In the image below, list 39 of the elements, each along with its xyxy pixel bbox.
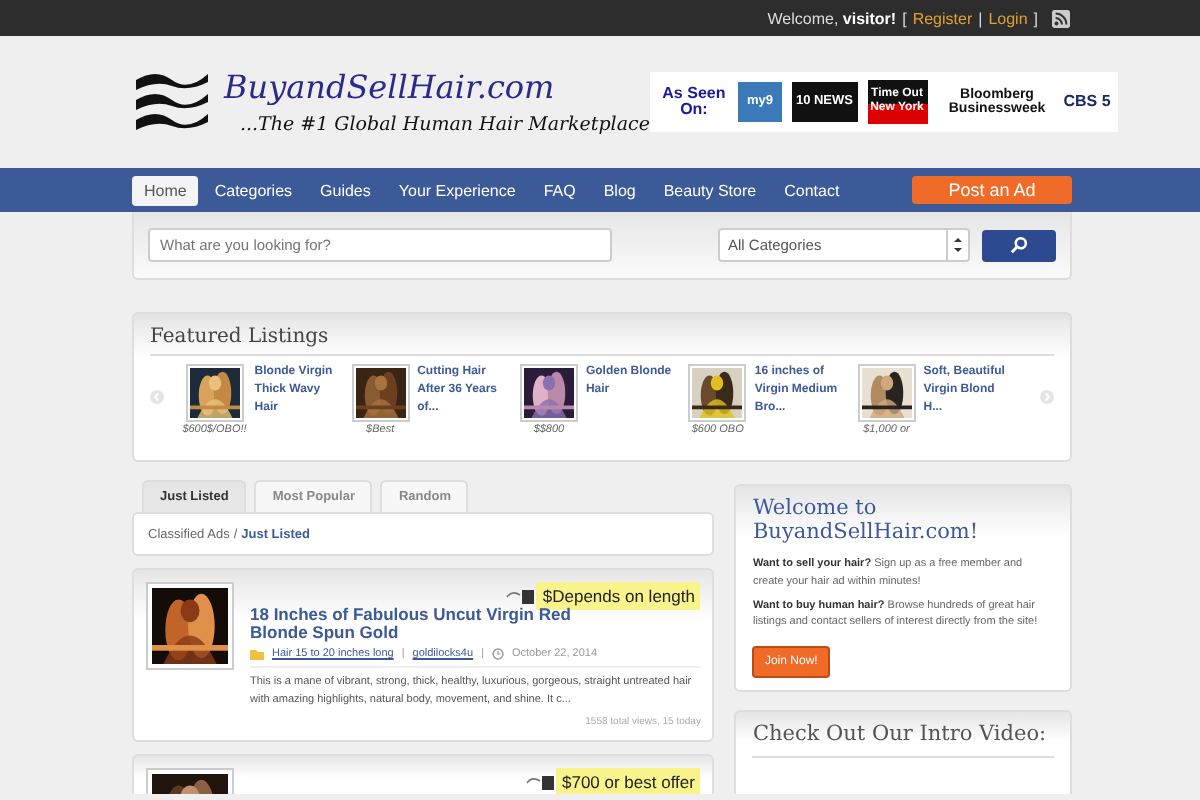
- nav-item[interactable]: Categories: [202, 175, 305, 205]
- folder-icon: [250, 647, 264, 660]
- tag-icon: [525, 773, 554, 792]
- rss-icon[interactable]: [1052, 9, 1070, 27]
- nav-item[interactable]: Blog: [591, 175, 648, 205]
- thumbnail-frame[interactable]: [185, 364, 244, 422]
- site-logo-title[interactable]: BuyandSellHair.com: [224, 68, 650, 106]
- nav-item[interactable]: Home: [132, 175, 199, 205]
- thumbnail-frame[interactable]: [351, 364, 410, 422]
- tag-icon: [506, 587, 535, 605]
- thumbnail-frame[interactable]: [688, 364, 747, 422]
- nav-item[interactable]: Guides: [308, 175, 383, 205]
- thumbnail-frame[interactable]: [146, 582, 234, 670]
- bracket: ]: [1033, 9, 1038, 27]
- price-tag: $Depends on length: [536, 582, 701, 610]
- register-link[interactable]: Register: [912, 9, 973, 27]
- bracket: [: [902, 9, 907, 27]
- section-title: Featured Listings: [150, 326, 1054, 356]
- login-link[interactable]: Login: [988, 9, 1028, 27]
- media-logo: CBS 5: [1067, 90, 1107, 114]
- search-button[interactable]: [982, 229, 1056, 261]
- panel-title: Check Out Our Intro Video:: [752, 724, 1054, 758]
- welcome-text: Welcome, visitor!: [767, 9, 897, 27]
- waves-icon: [132, 68, 212, 136]
- thumbnail-frame[interactable]: [519, 364, 578, 422]
- listing-title[interactable]: 18 Inches of Fabulous Uncut Virgin Red Blonde Spun Gold: [250, 606, 590, 642]
- panel-title: Welcome to BuyandSellHair.com!: [752, 498, 981, 545]
- price-tag: $700 or best offer: [555, 768, 701, 794]
- search-icon: [1010, 236, 1028, 254]
- separator: |: [978, 9, 983, 27]
- thumbnail-frame[interactable]: [857, 364, 916, 422]
- nav-item[interactable]: Beauty Store: [651, 175, 769, 205]
- nav-item[interactable]: Your Experience: [386, 175, 528, 205]
- tagline: ...The #1 Global Human Hair Marketplace: [240, 114, 650, 136]
- clock-icon: [492, 647, 504, 660]
- nav-item[interactable]: FAQ: [531, 175, 588, 205]
- nav-item[interactable]: Contact: [772, 175, 852, 205]
- updown-icon: [946, 230, 968, 260]
- banner-text: As Seen On:: [660, 85, 728, 119]
